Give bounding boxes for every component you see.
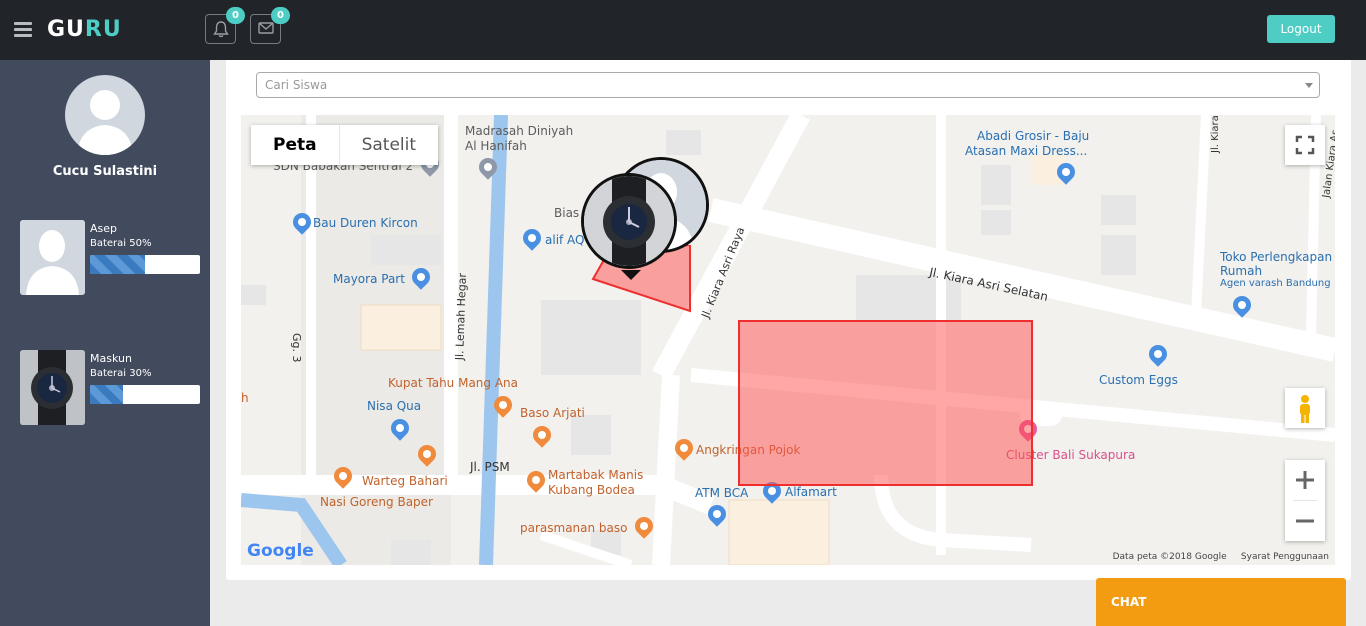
zoom-out-button[interactable]: [1285, 501, 1325, 541]
profile-avatar: [65, 75, 145, 155]
student-name: Asep: [90, 222, 118, 235]
menu-toggle-icon[interactable]: [14, 22, 32, 38]
zoom-in-button[interactable]: [1285, 460, 1325, 500]
map-label: Nasi Goreng Baper: [320, 495, 433, 509]
map-label: Madrasah Diniyah: [465, 124, 574, 138]
envelope-icon: [258, 22, 274, 34]
map-label: Atasan Maxi Dress...: [965, 144, 1088, 158]
map-label: Abadi Grosir - Baju: [977, 129, 1090, 143]
chat-button[interactable]: CHAT: [1096, 578, 1346, 626]
map-label: alif AQ: [545, 233, 585, 247]
map-label: h: [241, 391, 249, 405]
top-navbar: GURU 0 0 Logout: [0, 0, 1366, 60]
marker-pointer-icon: [621, 270, 641, 280]
geofence-large[interactable]: [738, 320, 1033, 486]
user-silhouette-icon: [77, 90, 133, 155]
map-label: Toko Perlengkapan: [1220, 250, 1333, 264]
street-view-button[interactable]: [1285, 388, 1325, 428]
map-view[interactable]: SDN Babakan Sentral 2 Madrasah Diniyah A…: [241, 115, 1335, 565]
fullscreen-button[interactable]: [1285, 125, 1325, 165]
notifications-badge: 0: [226, 7, 245, 24]
map-label: Baso Arjati: [520, 406, 585, 420]
fullscreen-icon: [1295, 135, 1315, 155]
map-label: Jl. PSM: [470, 460, 510, 474]
map-label: Agen varash Bandung: [1220, 278, 1331, 289]
map-label: Custom Eggs: [1099, 373, 1178, 387]
bell-icon: [213, 21, 229, 38]
map-type-peta-button[interactable]: Peta: [251, 125, 339, 165]
map-label: Rumah: [1220, 264, 1263, 278]
notifications-button[interactable]: 0: [205, 7, 245, 44]
map-label: Kubang Bodea: [548, 483, 635, 497]
logout-button[interactable]: Logout: [1267, 15, 1335, 43]
student-avatar: [20, 220, 85, 295]
profile-name: Cucu Sulastini: [52, 164, 158, 179]
map-label: Nisa Qua: [367, 399, 422, 413]
map-label: Warteg Bahari: [362, 474, 448, 488]
battery-progress-fill: [90, 255, 145, 274]
google-logo: Google: [247, 541, 314, 561]
sidebar: Cucu Sulastini Asep Baterai 50% Maskun B…: [0, 60, 210, 626]
battery-progress-bar: [90, 255, 200, 274]
map-label: Jl. Kiara: [1210, 115, 1221, 153]
watch-photo-icon: [20, 350, 85, 425]
battery-progress-bar: [90, 385, 200, 404]
chevron-down-icon: [1305, 83, 1313, 88]
map-attribution: Data peta ©2018 Google Syarat Penggunaan: [1113, 552, 1329, 562]
map-label: Bias: [554, 206, 580, 220]
map-label: Kupat Tahu Mang Ana: [388, 376, 519, 390]
map-label: Bau Duren Kircon: [313, 216, 418, 230]
map-label: Mayora Part: [333, 272, 405, 286]
watch-photo-icon: [584, 176, 674, 266]
map-type-control: Peta Satelit: [251, 125, 439, 165]
map-label: Alfamart: [785, 485, 837, 499]
map-label: parasmanan baso: [520, 521, 628, 535]
main-panel: Cari Siswa SDN Babakan Sentral 2 Madrasa…: [226, 60, 1351, 580]
student-avatar: [20, 350, 85, 425]
select-placeholder: Cari Siswa: [265, 78, 328, 92]
map-label: Gg. 3: [290, 333, 303, 363]
student-name: Maskun: [90, 352, 132, 365]
brand-logo: GURU: [47, 17, 122, 42]
map-type-satelit-button[interactable]: Satelit: [338, 125, 438, 165]
messages-button[interactable]: 0: [250, 7, 290, 44]
student-item-maskun[interactable]: Maskun Baterai 30%: [20, 350, 200, 426]
messages-badge: 0: [271, 7, 290, 24]
student-search-select[interactable]: Cari Siswa: [256, 72, 1320, 98]
user-silhouette-icon: [20, 220, 85, 295]
battery-progress-fill: [90, 385, 123, 404]
terms-link[interactable]: Syarat Penggunaan: [1241, 552, 1329, 562]
map-label: Martabak Manis: [548, 468, 644, 482]
zoom-control: [1285, 460, 1325, 541]
pegman-icon: [1300, 395, 1310, 423]
student-marker-maskun[interactable]: [581, 173, 677, 269]
map-label: ATM BCA: [695, 486, 749, 500]
student-battery-label: Baterai 30%: [90, 368, 152, 379]
student-battery-label: Baterai 50%: [90, 238, 152, 249]
map-label: Al Hanifah: [465, 139, 527, 153]
student-item-asep[interactable]: Asep Baterai 50%: [20, 220, 200, 296]
google-logo-text: Google: [247, 541, 314, 561]
map-data-credit: Data peta ©2018 Google: [1112, 552, 1227, 562]
